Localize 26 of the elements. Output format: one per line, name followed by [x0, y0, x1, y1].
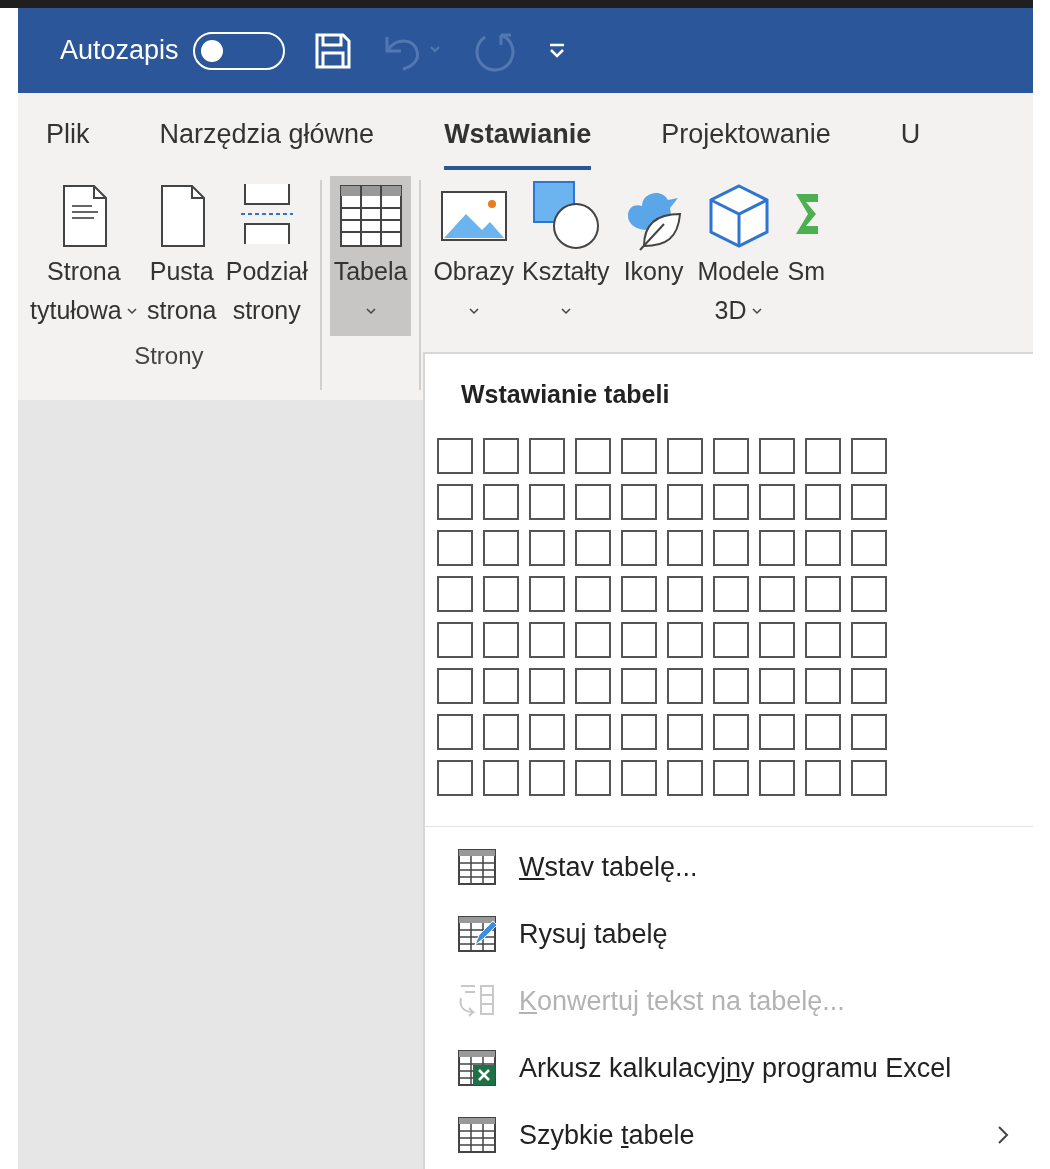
table-size-grid[interactable] — [437, 437, 887, 796]
spreadsheet-icon — [457, 1049, 497, 1088]
ribbon-button[interactable]: Strona tytułowa — [26, 176, 142, 336]
ribbon-button[interactable]: Modele 3D — [693, 176, 784, 336]
ribbon-button[interactable]: Obrazy — [429, 176, 518, 336]
autosave-toggle[interactable] — [192, 31, 285, 70]
ribbon-tab[interactable]: Projektowanie — [661, 113, 831, 170]
table-icon — [457, 848, 497, 886]
menu-title: Wstawianie tabeli — [461, 379, 671, 410]
menu-item[interactable]: Arkusz kalkulacyjny programu Excel — [425, 1034, 1033, 1102]
table-icon — [457, 1116, 497, 1155]
ribbon-tab[interactable]: U — [900, 113, 921, 170]
ribbon-button[interactable]: Kształty — [518, 176, 614, 336]
ribbon-button[interactable]: Sm — [783, 176, 829, 297]
ribbon-tab[interactable]: Narzędzia główne — [159, 113, 375, 170]
ribbon-button[interactable]: Tabela — [329, 176, 412, 336]
menu-item[interactable]: Wstav tabelę... — [425, 833, 1033, 901]
menu-item[interactable]: Rysuj tabelę — [425, 900, 1033, 968]
table-pencil-icon — [457, 915, 497, 954]
ribbon-tab[interactable]: Plik — [46, 113, 90, 170]
ribbon-button[interactable]: Pusta strona — [141, 176, 222, 336]
menu-item[interactable]: Szybkie tabele — [425, 1101, 1033, 1169]
group-label: Strony — [134, 341, 204, 371]
ribbon-button[interactable]: Ikony — [613, 176, 694, 297]
autosave-label: Autozapis — [60, 34, 179, 68]
ribbon-button[interactable]: Podział strony — [221, 176, 312, 336]
